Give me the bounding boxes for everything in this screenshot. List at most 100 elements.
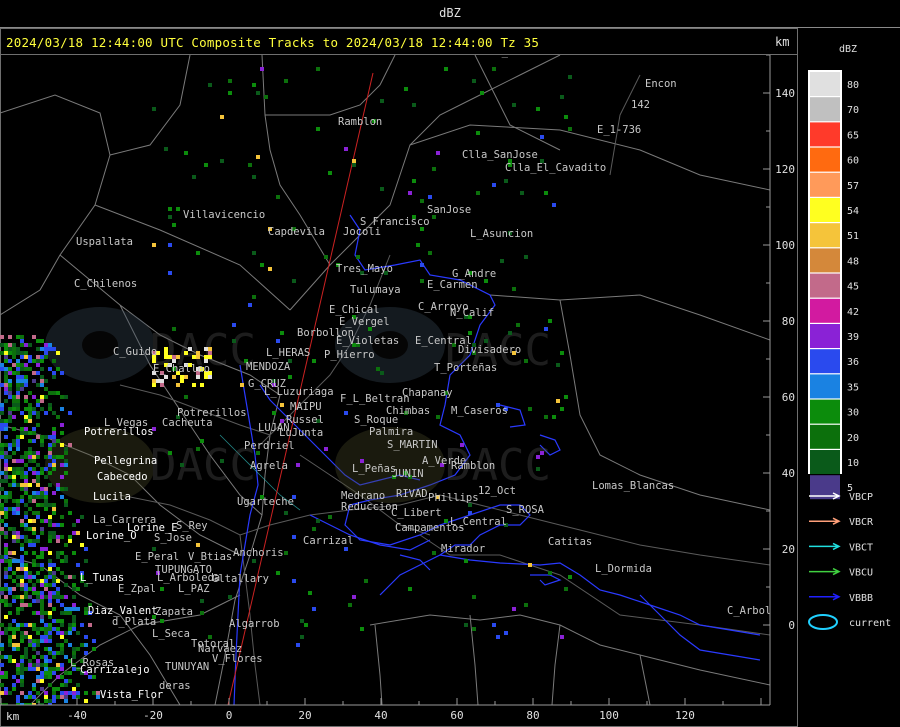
radar-pixel [64,691,68,695]
radar-pixel [24,551,28,555]
radar-pixel [28,495,32,499]
radar-pixel [28,419,32,423]
radar-pixel [8,655,12,659]
radar-pixel [48,623,52,627]
radar-pixel [16,647,20,651]
radar-pixel [492,183,496,187]
radar-pixel [4,371,8,375]
radar-pixel [20,475,24,479]
legend-track-label: VBCT [849,542,873,553]
place-label: Gltallary [212,573,269,585]
radar-pixel [544,327,548,331]
radar-pixel [44,627,48,631]
place-label: Villavicencio [183,209,265,221]
radar-pixel [64,611,68,615]
place-label: S_MARTIN [387,439,438,451]
radar-pixel [56,695,60,699]
radar-pixel [56,663,60,667]
legend-label: 80 [847,80,859,91]
place-label: Ramblon [338,116,382,128]
radar-pixel [52,507,56,511]
radar-pixel [72,615,76,619]
radar-pixel [64,595,68,599]
radar-pixel [52,687,56,691]
radar-pixel [560,351,564,355]
radar-map[interactable]: DACC DACC DACC DACC RamblonCllas_Rosario… [0,55,798,727]
radar-pixel [12,443,16,447]
radar-pixel [36,639,40,643]
radar-pixel [20,467,24,471]
radar-pixel [20,607,24,611]
radar-pixel [24,431,28,435]
radar-pixel [24,515,28,519]
radar-pixel [252,295,256,299]
radar-pixel [32,591,36,595]
radar-pixel [20,567,24,571]
radar-pixel [12,407,16,411]
radar-pixel [60,631,64,635]
radar-pixel [40,495,44,499]
radar-pixel [16,483,20,487]
radar-pixel [200,599,204,603]
radar-pixel [12,439,16,443]
window-title-bar: dBZ [0,0,900,28]
radar-pixel [60,371,64,375]
radar-pixel [0,471,4,475]
radar-pixel [48,483,52,487]
legend-track-label: VBBB [849,593,873,604]
radar-pixel [40,519,44,523]
radar-pixel [0,691,4,695]
radar-pixel [24,571,28,575]
radar-pixel [64,471,68,475]
radar-pixel [60,691,64,695]
radar-pixel [48,559,52,563]
radar-pixel [60,495,64,499]
radar-pixel [52,511,56,515]
radar-pixel [24,587,28,591]
radar-pixel [56,351,60,355]
radar-pixel [40,663,44,667]
radar-pixel [56,599,60,603]
radar-pixel [8,551,12,555]
place-label: V_Flores [212,653,263,665]
radar-pixel [92,639,96,643]
place-label: V_Btias [188,551,232,563]
radar-pixel [32,683,36,687]
radar-pixel [492,67,496,71]
radar-pixel [68,679,72,683]
radar-pixel [152,107,156,111]
radar-pixel [20,655,24,659]
radar-pixel [36,363,40,367]
radar-pixel [60,619,64,623]
radar-pixel [316,127,320,131]
place-label: M_Caseros [451,405,508,417]
radar-pixel [496,635,500,639]
radar-pixel [476,191,480,195]
radar-pixel [12,587,16,591]
current-ellipse-icon [808,614,838,630]
radar-pixel [252,559,256,563]
radar-pixel [52,619,56,623]
radar-pixel [8,387,12,391]
radar-pixel [44,631,48,635]
radar-pixel [4,435,8,439]
radar-pixel [4,567,8,571]
radar-pixel [168,215,172,219]
place-label: C_Guido [113,346,157,358]
radar-pixel [40,635,44,639]
radar-pixel [60,463,64,467]
radar-pixel [512,287,516,291]
radar-pixel [12,499,16,503]
radar-pixel [60,475,64,479]
radar-pixel [20,547,24,551]
radar-pixel [380,99,384,103]
place-label: Ramblon [451,460,495,472]
radar-pixel [24,479,28,483]
radar-pixel [36,411,40,415]
radar-pixel [44,347,48,351]
radar-pixel [560,407,564,411]
radar-pixel [76,563,80,567]
radar-pixel [472,79,476,83]
radar-pixel [40,563,44,567]
legend-title: dBZ [839,44,858,55]
